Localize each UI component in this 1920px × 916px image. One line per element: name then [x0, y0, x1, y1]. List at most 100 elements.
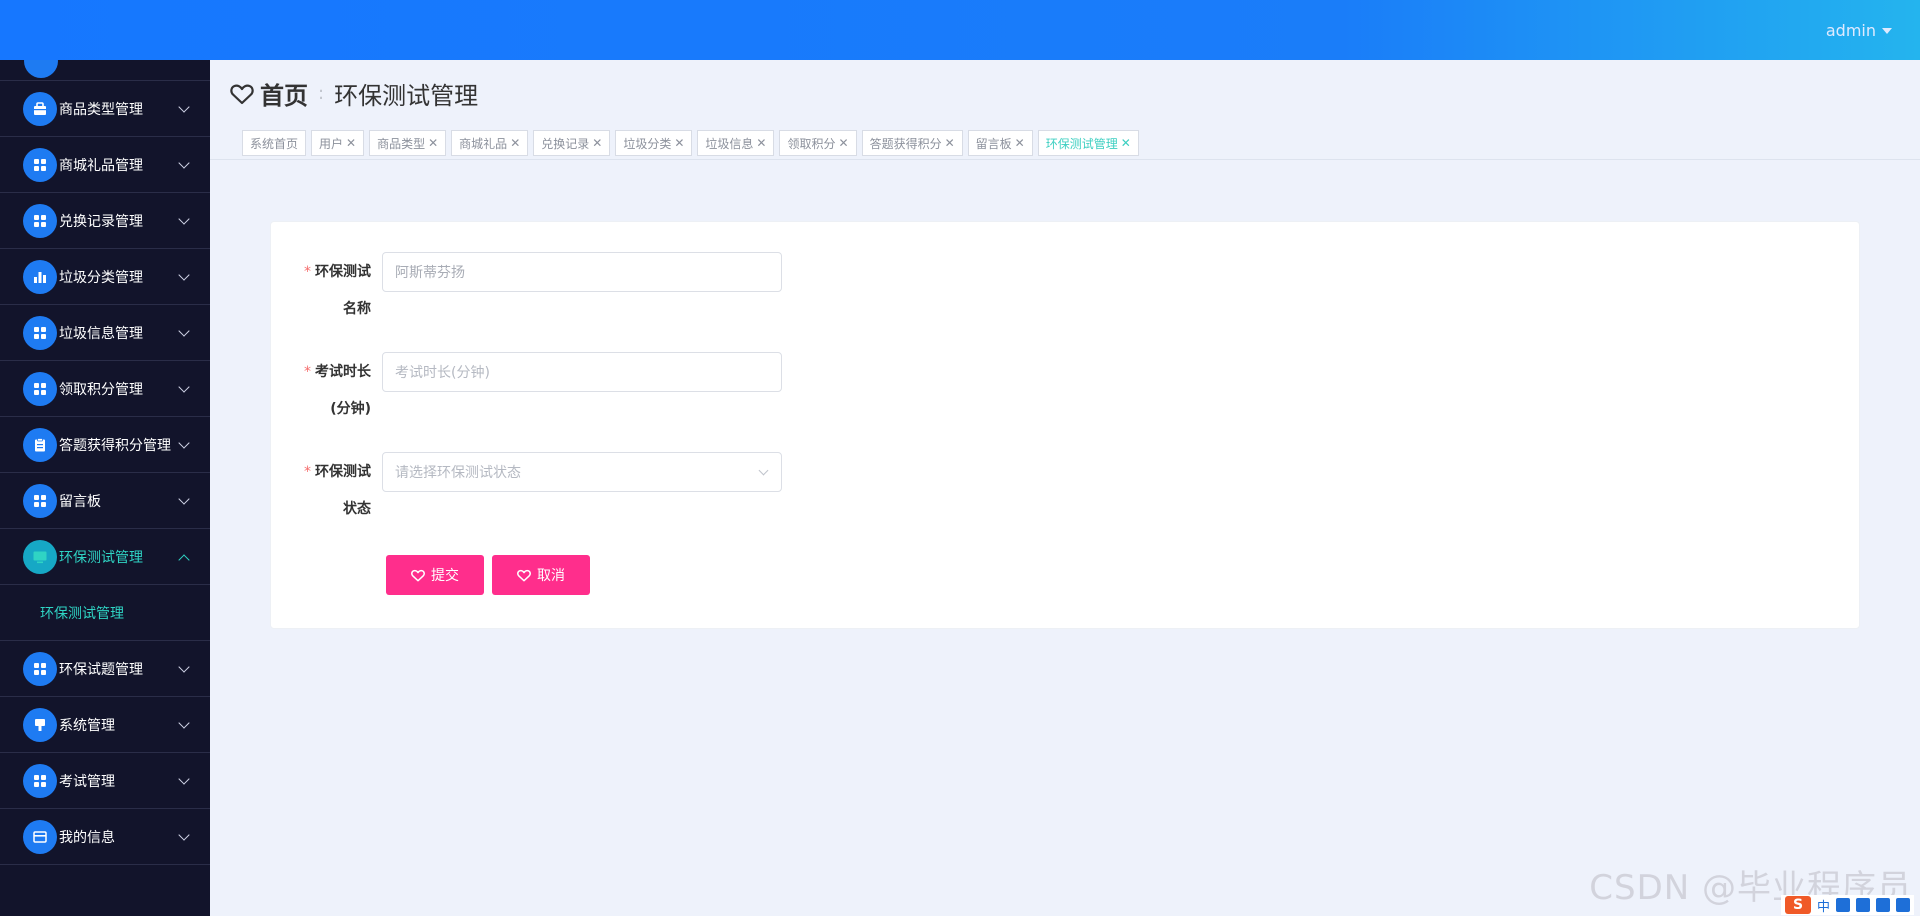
close-icon[interactable]: ✕	[945, 136, 955, 150]
sidebar-item-my-info[interactable]: 我的信息	[0, 809, 210, 865]
grid-icon	[23, 315, 57, 350]
sogou-logo-icon: S	[1784, 896, 1811, 914]
sidebar-item-points[interactable]: 领取积分管理	[0, 361, 210, 417]
tag-label: 垃圾信息	[705, 136, 754, 151]
cancel-label: 取消	[537, 568, 565, 584]
sidebar-item-product-type[interactable]: 商品类型管理	[0, 81, 210, 137]
grid-icon	[23, 371, 57, 406]
ime-toolbar[interactable]: S 中	[1780, 895, 1914, 915]
close-icon[interactable]: ✕	[756, 136, 766, 150]
chevron-down-icon	[178, 829, 190, 841]
sidebar-item-eco-questions[interactable]: 环保试题管理	[0, 641, 210, 697]
tag-points[interactable]: 领取积分 ✕	[779, 130, 857, 156]
sidebar-item-label: 领取积分管理	[59, 381, 143, 398]
sidebar-item-exchange[interactable]: 兑换记录管理	[0, 193, 210, 249]
sidebar-item-label: 垃圾分类管理	[59, 269, 143, 286]
tag-gift[interactable]: 商城礼品 ✕	[451, 130, 529, 156]
grid-icon	[23, 147, 57, 182]
close-icon[interactable]: ✕	[839, 136, 849, 150]
sidebar-item-system[interactable]: 系统管理	[0, 697, 210, 753]
sidebar-item-waste-info[interactable]: 垃圾信息管理	[0, 305, 210, 361]
tag-waste-info[interactable]: 垃圾信息 ✕	[697, 130, 775, 156]
tag-label: 商品类型	[377, 136, 426, 151]
clipboard-icon	[23, 427, 57, 462]
chevron-down-icon	[178, 717, 190, 729]
sidebar-item-label: 商品类型管理	[59, 101, 143, 118]
chevron-down-icon	[758, 465, 769, 476]
tag-quiz-points[interactable]: 答题获得积分 ✕	[861, 130, 963, 156]
tag-label: 系统首页	[250, 136, 299, 151]
sidebar-item-eco-test[interactable]: 环保测试管理	[0, 529, 210, 585]
chevron-down-icon	[178, 269, 190, 281]
tag-label: 商城礼品	[459, 136, 508, 151]
tag-message-board[interactable]: 留言板 ✕	[967, 130, 1033, 156]
keyboard-icon[interactable]	[1856, 898, 1870, 912]
sidebar-item-label: 考试管理	[59, 773, 115, 790]
breadcrumb-current: 环保测试管理	[334, 82, 479, 110]
status-select[interactable]: 请选择环保测试状态	[382, 452, 782, 492]
close-icon[interactable]: ✕	[1121, 136, 1131, 150]
tag-home[interactable]: 系统首页	[242, 130, 307, 156]
tag-label: 留言板	[975, 136, 1012, 151]
close-icon[interactable]: ✕	[674, 136, 684, 150]
tag-eco-test[interactable]: 环保测试管理 ✕	[1037, 130, 1139, 156]
tag-label: 垃圾分类	[623, 136, 672, 151]
sidebar-item-gift[interactable]: 商城礼品管理	[0, 137, 210, 193]
tag-label: 环保测试管理	[1045, 136, 1118, 151]
breadcrumb-home[interactable]: 首页	[260, 76, 308, 111]
ime-language[interactable]: 中	[1817, 896, 1830, 915]
duration-label: * 考试时长 (分钟)	[304, 364, 371, 417]
chevron-down-icon	[178, 325, 190, 337]
username: admin	[1825, 21, 1876, 40]
breadcrumb: 首页 : 环保测试管理	[230, 76, 478, 111]
cancel-button[interactable]: 取消	[492, 555, 590, 595]
chevron-down-icon	[178, 773, 190, 785]
duration-input[interactable]: 考试时长(分钟)	[382, 352, 782, 392]
tags-view: 系统首页 用户 ✕ 商品类型 ✕ 商城礼品 ✕ 兑换记录 ✕ 垃圾分类 ✕ 垃圾信息 ✕ 领…	[210, 126, 1920, 160]
submit-button[interactable]: 提交	[386, 555, 484, 595]
heart-icon	[411, 569, 425, 582]
chevron-down-icon	[178, 101, 190, 113]
top-navbar: admin	[0, 0, 1920, 60]
shirt-icon[interactable]	[1876, 898, 1890, 912]
sidebar-item-waste-category[interactable]: 垃圾分类管理	[0, 249, 210, 305]
tag-label: 兑换记录	[541, 136, 590, 151]
close-icon[interactable]: ✕	[1015, 136, 1025, 150]
tag-waste-category[interactable]: 垃圾分类 ✕	[615, 130, 693, 156]
chevron-down-icon	[178, 213, 190, 225]
tag-user[interactable]: 用户 ✕	[311, 130, 365, 156]
sidebar-item-label: 环保试题管理	[59, 661, 143, 678]
sidebar-item-label: 环保测试管理	[59, 549, 143, 566]
close-icon[interactable]: ✕	[346, 136, 356, 150]
microphone-icon[interactable]	[1836, 898, 1850, 912]
bar-chart-icon	[23, 259, 57, 294]
sidebar-item-label: 系统管理	[59, 717, 115, 734]
status-placeholder: 请选择环保测试状态	[395, 465, 521, 481]
tag-product-type[interactable]: 商品类型 ✕	[369, 130, 447, 156]
breadcrumb-separator: :	[318, 83, 325, 104]
card-icon	[23, 819, 57, 854]
monitor-icon	[23, 539, 57, 574]
user-menu[interactable]: admin	[1826, 21, 1892, 40]
name-field-value: 阿斯蒂芬扬	[395, 265, 465, 281]
sidebar-item-exam[interactable]: 考试管理	[0, 753, 210, 809]
sidebar-item-label: 我的信息	[59, 829, 115, 846]
close-icon[interactable]: ✕	[592, 136, 602, 150]
submenu-item-eco-test[interactable]: 环保测试管理	[0, 585, 210, 641]
sidebar-item-message-board[interactable]: 留言板	[0, 473, 210, 529]
grid-icon	[23, 763, 57, 798]
sidebar-item-label: 垃圾信息管理	[59, 325, 143, 342]
close-icon[interactable]: ✕	[428, 136, 438, 150]
sidebar-item-quiz-points[interactable]: 答题获得积分管理	[0, 417, 210, 473]
close-icon[interactable]: ✕	[510, 136, 520, 150]
submenu-item-label: 环保测试管理	[40, 605, 124, 622]
duration-placeholder: 考试时长(分钟)	[395, 365, 490, 381]
tag-exchange[interactable]: 兑换记录 ✕	[533, 130, 611, 156]
chevron-up-icon	[178, 554, 190, 566]
grid-icon	[23, 651, 57, 686]
form-card: * 环保测试 名称 阿斯蒂芬扬 * 考试时长 (分钟) 考试时长(分钟) * 环保测试…	[270, 221, 1860, 629]
heart-icon	[517, 569, 531, 582]
apps-icon[interactable]	[1896, 898, 1910, 912]
chevron-down-icon	[178, 661, 190, 673]
name-field[interactable]: 阿斯蒂芬扬	[382, 252, 782, 292]
